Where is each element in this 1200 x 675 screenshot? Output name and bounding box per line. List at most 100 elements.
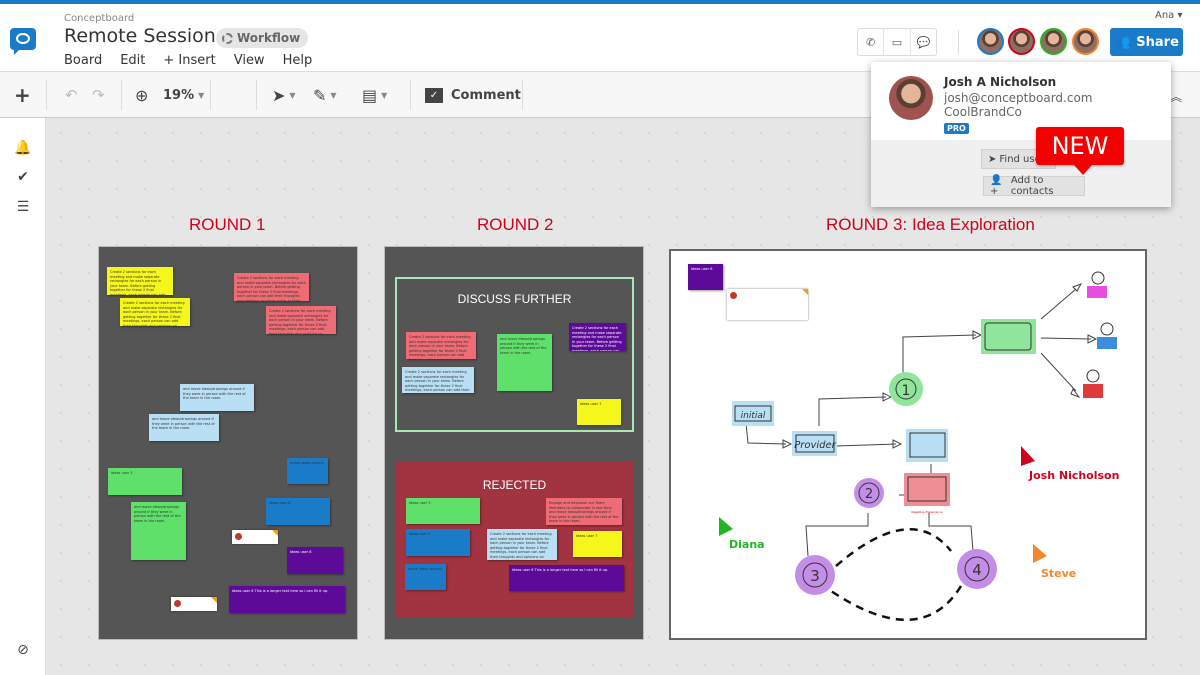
- workflow-button[interactable]: Workflow: [216, 28, 309, 48]
- cursor-label-steve: Steve: [1041, 567, 1077, 580]
- left-sidebar: 🔔 ✔ ☰ ⊘: [0, 118, 46, 675]
- comment-icon: ✓: [425, 87, 443, 103]
- provider-label: Provider: [794, 440, 836, 451]
- sticky-note[interactable]: Create 2 sections for each meeting and m…: [402, 367, 474, 393]
- comment-button[interactable]: ✓ Comment: [425, 72, 521, 118]
- sticky-note[interactable]: Ideas user 8: [266, 498, 330, 525]
- sticky-note[interactable]: Ideas user 8: [287, 547, 343, 574]
- sticky-note[interactable]: Create 2 sections for each meeting and m…: [234, 273, 309, 301]
- call-controls: ✆ ▭ 💬: [857, 28, 937, 56]
- sticky-note[interactable]: and move ideas/drawings around if they w…: [497, 334, 552, 391]
- round-3-title: ROUND 3: Idea Exploration: [826, 215, 1035, 234]
- participant-avatar-diana[interactable]: [1040, 28, 1067, 55]
- sticky-note[interactable]: and move ideas/drawings around if they w…: [180, 384, 254, 411]
- popover-avatar: [889, 76, 933, 120]
- sticky-note[interactable]: Create 2 sections for each meeting and m…: [107, 267, 173, 295]
- sticky-note[interactable]: Ideas user 3: [108, 468, 182, 495]
- add-contacts-label: Add to contacts: [1010, 175, 1054, 197]
- redo-icon[interactable]: ↷: [92, 72, 105, 118]
- zoom-icon[interactable]: ⊕: [135, 72, 148, 118]
- menu-insert[interactable]: + Insert: [163, 53, 215, 68]
- sticky-note[interactable]: and move ideas/drawings around if they w…: [149, 414, 219, 441]
- cursor-diana-icon: [719, 517, 733, 536]
- node-3-label: 3: [810, 567, 820, 585]
- sticky-note[interactable]: move ideas around: [287, 458, 328, 484]
- rejected-section[interactable]: REJECTED Ideas user 3 Ideas user 4 move …: [395, 462, 634, 617]
- negative-label: Negative Experience: [911, 510, 942, 514]
- select-tool-icon[interactable]: ➤ ▼: [272, 72, 296, 118]
- sticky-note[interactable]: move ideas around: [405, 564, 446, 590]
- round-3-board[interactable]: Ideas user 8 1 2 3 4 initial Provider Ne…: [669, 249, 1147, 640]
- discuss-further-section[interactable]: DISCUSS FURTHER Create 2 sections for ea…: [395, 277, 634, 432]
- share-button[interactable]: 👥 Share: [1110, 28, 1183, 56]
- sticky-note[interactable]: Ideas user 3: [406, 498, 480, 524]
- sticky-note[interactable]: and move ideas/drawings around if they w…: [131, 502, 186, 560]
- cursor-label-josh: Josh Nicholson: [1029, 469, 1120, 482]
- current-user-menu[interactable]: Ana ▾: [1155, 10, 1183, 21]
- list-icon[interactable]: ☰: [13, 197, 33, 217]
- workflow-icon: [222, 33, 233, 44]
- comment-pin[interactable]: [171, 597, 217, 611]
- user-profile-popover: Josh A Nicholson josh@conceptboard.com C…: [871, 62, 1171, 207]
- add-to-contacts-button[interactable]: 👤+ Add to contacts: [983, 175, 1085, 197]
- compass-icon[interactable]: ⊘: [13, 640, 33, 660]
- initial-label: initial: [741, 411, 766, 421]
- phone-icon[interactable]: ✆: [858, 29, 885, 55]
- sticky-note[interactable]: Engage and empower our Team Members to c…: [546, 498, 622, 525]
- undo-icon[interactable]: ↶: [65, 72, 78, 118]
- sticky-note[interactable]: Ideas user 6 This is a longer text here …: [229, 586, 345, 613]
- pen-tool-icon[interactable]: ✎ ▼: [313, 72, 337, 118]
- round-2-board[interactable]: DISCUSS FURTHER Create 2 sections for ea…: [385, 247, 643, 639]
- round-2-title: ROUND 2: [477, 215, 554, 234]
- sticky-note[interactable]: Create 2 sections for each meeting and m…: [406, 332, 476, 359]
- brand-name: Conceptboard: [64, 13, 135, 24]
- participant-avatar[interactable]: [977, 28, 1004, 55]
- conceptboard-logo-icon[interactable]: [10, 28, 36, 55]
- sticky-note[interactable]: Ideas user 6 This is a longer text here …: [509, 565, 624, 591]
- popover-user-name: Josh A Nicholson: [944, 75, 1057, 89]
- comment-pin[interactable]: [232, 530, 278, 544]
- node-4-label: 4: [972, 561, 982, 579]
- check-circle-icon[interactable]: ✔: [13, 167, 33, 187]
- section-title: DISCUSS FURTHER: [457, 292, 572, 306]
- comment-label: Comment: [451, 87, 521, 103]
- sticky-note-tool-icon[interactable]: ▤ ▼: [362, 72, 387, 118]
- collapse-icon[interactable]: ︽: [1170, 88, 1182, 105]
- workflow-label: Workflow: [237, 31, 301, 45]
- cursor-steve-icon: [1033, 544, 1047, 563]
- menu-bar: Board Edit + Insert View Help: [64, 53, 312, 68]
- menu-view[interactable]: View: [234, 53, 265, 68]
- sticky-note[interactable]: Ideas user 4: [406, 529, 470, 556]
- sticky-note[interactable]: Ideas user 7: [577, 399, 621, 425]
- sticky-note[interactable]: Create 2 sections for each meeting and m…: [569, 323, 626, 351]
- zoom-level-dropdown[interactable]: 19% ▼: [163, 72, 204, 118]
- new-feature-badge: NEW: [1036, 127, 1124, 175]
- sticky-note[interactable]: Create 2 sections for each meeting and m…: [120, 298, 190, 326]
- chat-icon[interactable]: 💬: [911, 29, 936, 55]
- menu-board[interactable]: Board: [64, 53, 102, 68]
- board-title[interactable]: Remote Session: [64, 25, 216, 47]
- zoom-level: 19%: [163, 87, 195, 103]
- users-icon: 👥: [1114, 34, 1131, 50]
- presentation-icon[interactable]: ▭: [884, 29, 911, 55]
- sticky-note[interactable]: Create 2 sections for each meeting and m…: [266, 306, 336, 334]
- pro-badge: PRO: [944, 123, 969, 134]
- hand-drawn-diagram: 1 2 3 4 initial Provider Negative Experi…: [719, 271, 1117, 622]
- cursor-label-diana: Diana: [729, 538, 765, 551]
- node-2-label: 2: [865, 487, 873, 502]
- round-1-title: ROUND 1: [189, 215, 266, 234]
- popover-email[interactable]: josh@conceptboard.com: [944, 91, 1092, 105]
- round-1-board[interactable]: Create 2 sections for each meeting and m…: [99, 247, 357, 639]
- green-box: [981, 319, 1036, 354]
- sticky-note[interactable]: Create 2 sections for each meeting and m…: [487, 529, 557, 560]
- cursor-josh-icon: [1021, 446, 1035, 466]
- menu-edit[interactable]: Edit: [120, 53, 145, 68]
- node-1-label: 1: [902, 383, 911, 399]
- menu-help[interactable]: Help: [283, 53, 313, 68]
- bell-icon[interactable]: 🔔: [13, 138, 33, 158]
- add-icon[interactable]: +: [14, 72, 31, 118]
- participant-avatar-steve[interactable]: [1072, 28, 1099, 55]
- add-user-icon: 👤+: [990, 175, 1003, 197]
- sticky-note[interactable]: Ideas user 7: [573, 531, 622, 557]
- participant-avatar-josh[interactable]: [1008, 28, 1035, 55]
